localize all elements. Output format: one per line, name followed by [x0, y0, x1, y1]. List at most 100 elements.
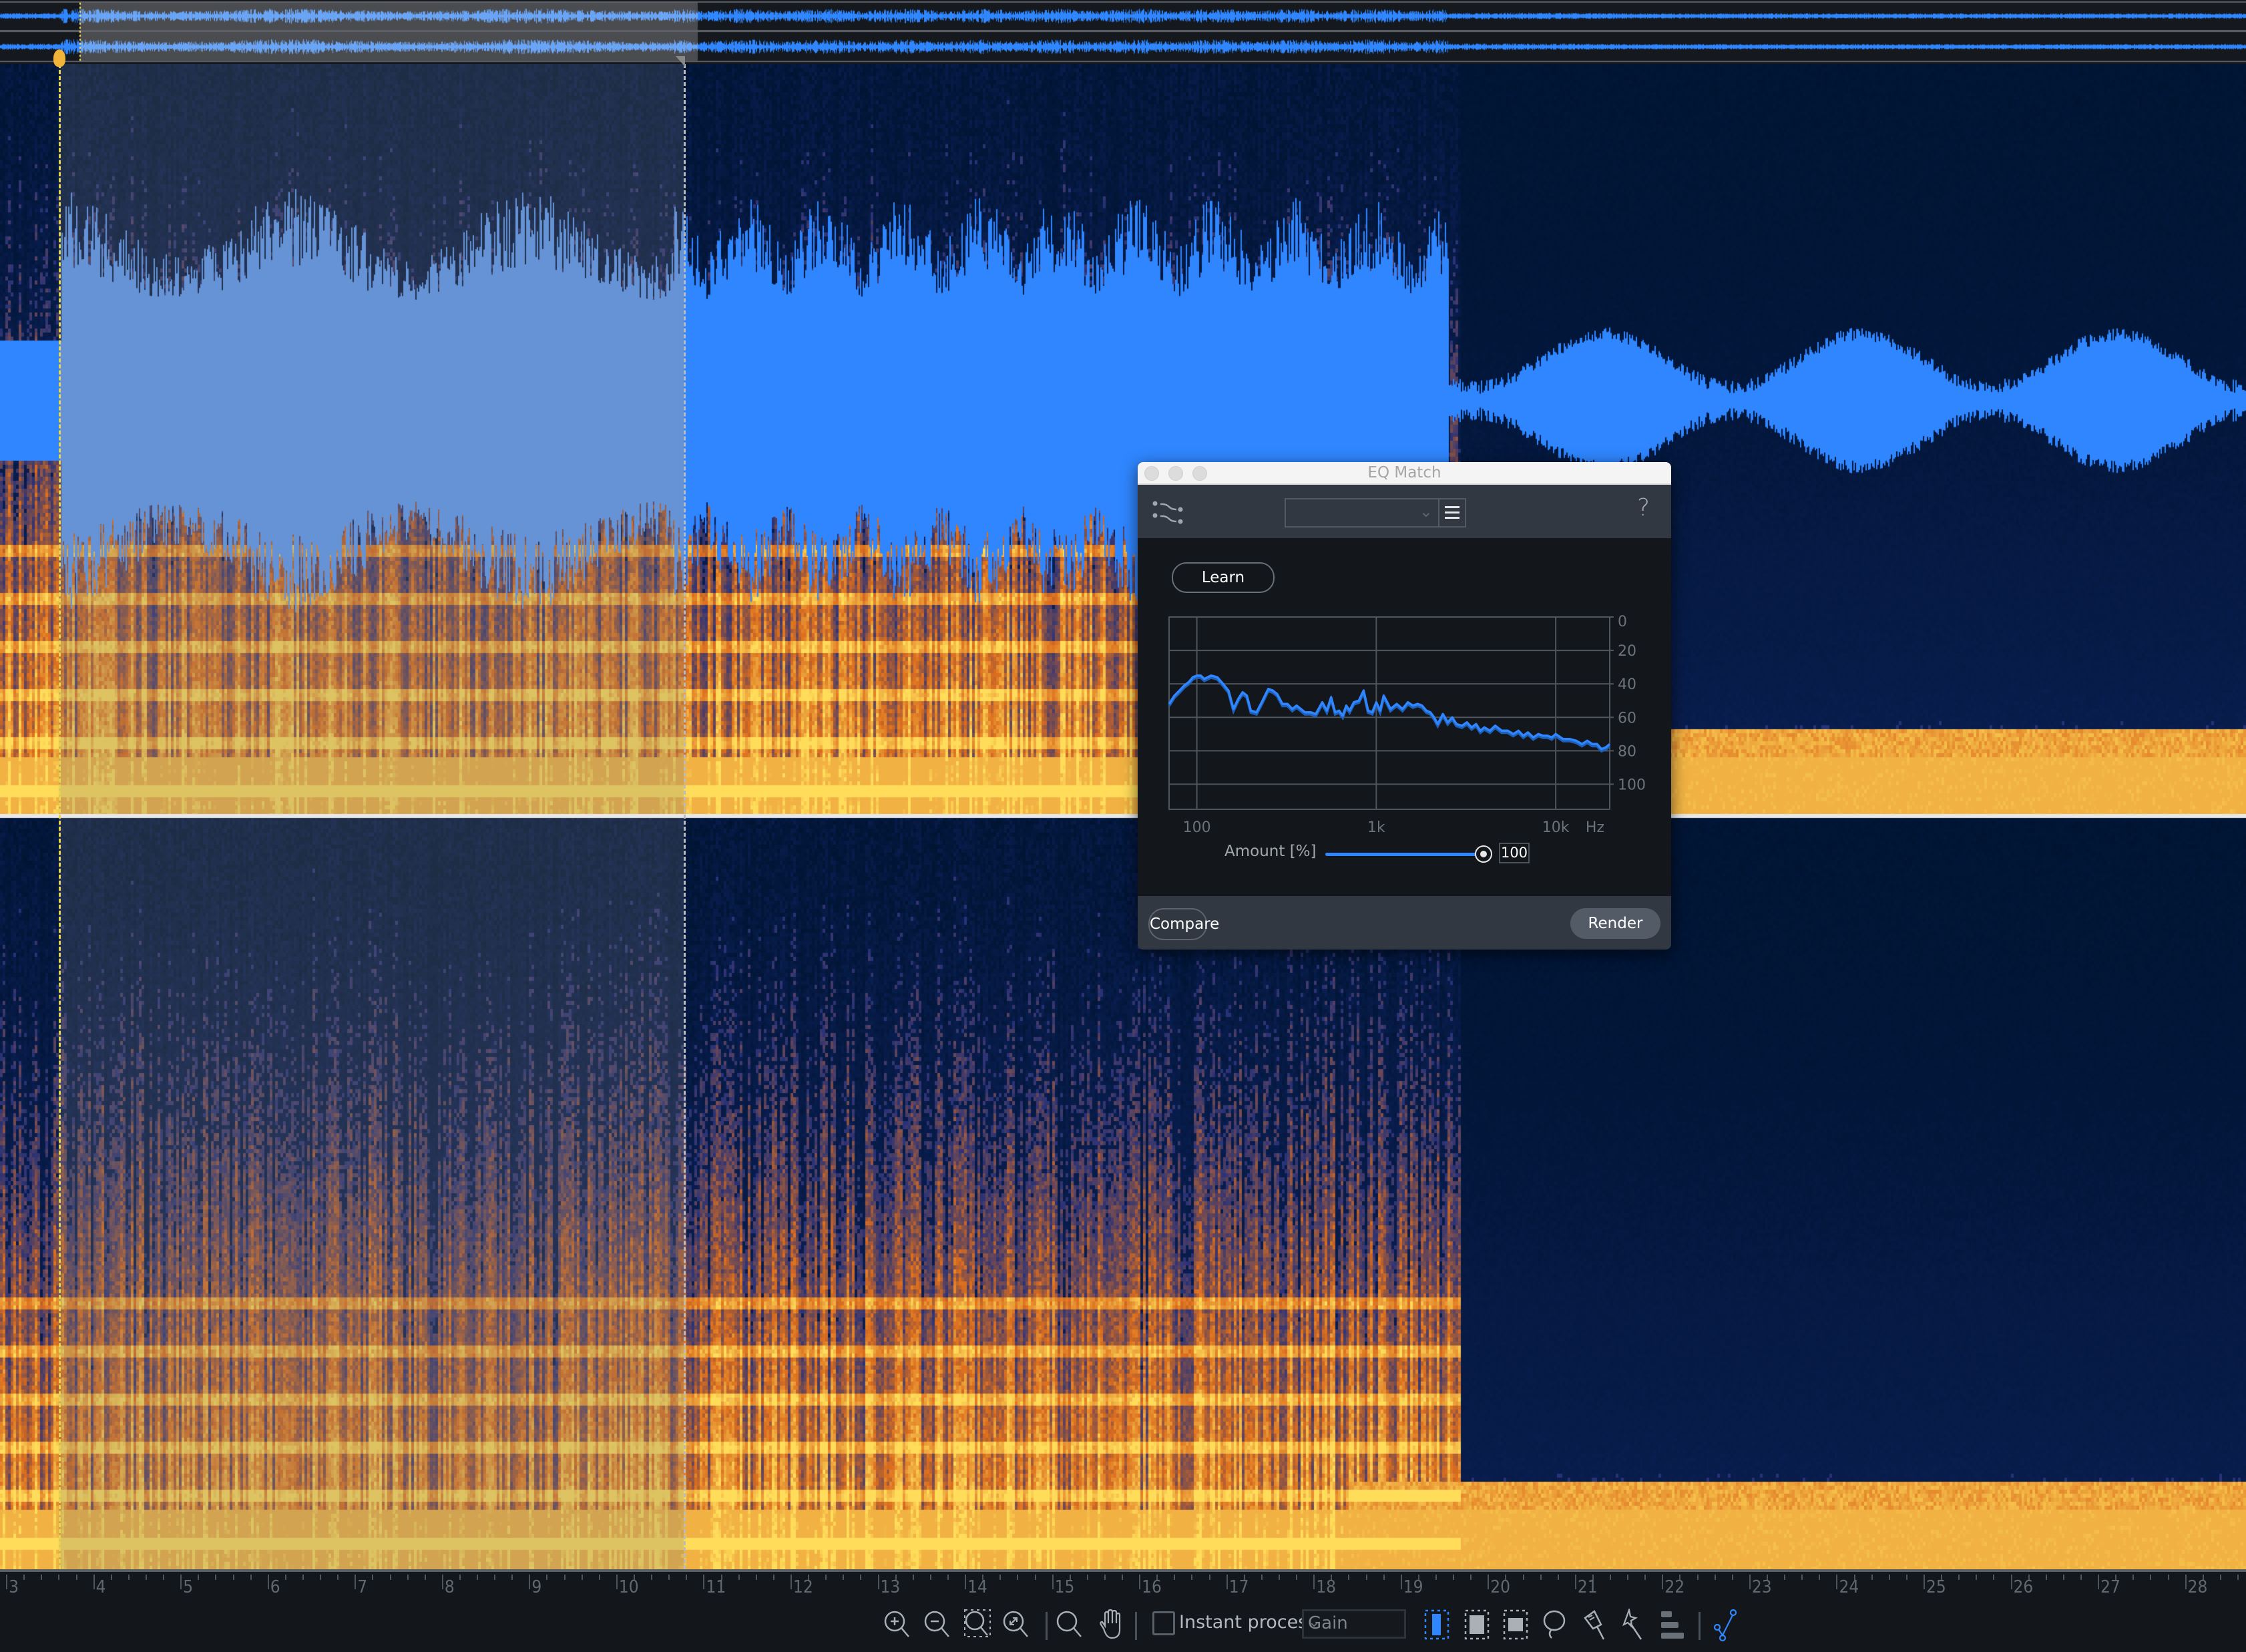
amount-slider-handle[interactable] — [1475, 845, 1492, 863]
ruler-label: 12 — [793, 1577, 813, 1597]
ruler-minor-tick — [1958, 1575, 1960, 1580]
ruler-minor-tick — [1261, 1575, 1263, 1580]
ruler-label: 19 — [1403, 1577, 1423, 1597]
lasso-tool[interactable] — [1540, 1605, 1569, 1645]
ruler-minor-tick — [250, 1575, 252, 1580]
ruler-minor-tick — [2132, 1575, 2135, 1580]
ruler-minor-tick — [372, 1575, 374, 1580]
selection-start-line[interactable] — [59, 64, 61, 1569]
zoom-selection-button[interactable] — [963, 1605, 992, 1645]
brush-tool[interactable] — [1580, 1605, 1609, 1645]
help-icon[interactable]: ? — [1637, 494, 1650, 522]
ruler-minor-tick — [668, 1575, 670, 1580]
ruler-major-tick — [6, 1575, 8, 1589]
ruler-minor-tick — [1731, 1575, 1733, 1580]
hand-tool-button[interactable] — [1095, 1605, 1124, 1645]
chevron-down-icon: ⌄ — [1308, 1614, 1321, 1631]
ruler-minor-tick — [1296, 1575, 1298, 1580]
time-frequency-selection-icon — [1503, 1609, 1528, 1640]
time-selection-tool[interactable] — [1422, 1605, 1451, 1645]
ruler-minor-tick — [598, 1575, 600, 1580]
process-mode-select[interactable]: Gain ⌄ — [1302, 1609, 1406, 1639]
ruler-label: 11 — [706, 1577, 726, 1597]
selection-end-line[interactable] — [684, 64, 686, 1569]
ruler-minor-tick — [1679, 1575, 1681, 1580]
ruler-minor-tick — [2150, 1575, 2152, 1580]
zoom-selection-icon — [964, 1609, 991, 1637]
hamburger-line — [1445, 517, 1459, 519]
ruler-minor-tick — [1871, 1575, 1873, 1580]
ruler-minor-tick — [860, 1575, 862, 1580]
ruler-minor-tick — [459, 1575, 461, 1580]
x-unit-label: Hz — [1586, 819, 1604, 836]
ruler-minor-tick — [1243, 1575, 1245, 1580]
ruler-minor-tick — [1784, 1575, 1786, 1580]
ruler-minor-tick — [75, 1575, 77, 1580]
time-ruler[interactable]: 3 4 5 6 7 8 9 10 11 12 13 14 15 16 17 18 19 20 21 22 23 24 25 2… — [0, 1569, 2246, 1601]
frequency-selection-tool[interactable] — [1462, 1605, 1492, 1645]
ruler-minor-tick — [1191, 1575, 1193, 1580]
ruler-minor-tick — [808, 1575, 810, 1580]
toolbar-separator — [1046, 1612, 1048, 1640]
ruler-minor-tick — [110, 1575, 112, 1580]
ruler-major-tick — [355, 1575, 357, 1589]
compare-button[interactable]: Compare — [1148, 908, 1219, 940]
amount-value-field[interactable]: 100 — [1499, 843, 1530, 863]
zoom-out-icon — [924, 1611, 949, 1637]
waveform-overview[interactable] — [0, 0, 2246, 64]
ruler-minor-tick — [1993, 1575, 1995, 1580]
ruler-minor-tick — [2219, 1575, 2221, 1580]
playhead-marker[interactable] — [53, 49, 65, 67]
plot-border — [1168, 616, 1610, 810]
overview-waveform[interactable] — [0, 0, 2246, 64]
ruler-minor-tick — [1941, 1575, 1943, 1580]
ruler-minor-tick — [1174, 1575, 1176, 1580]
preset-dropdown[interactable]: ⌄ — [1285, 498, 1439, 528]
ruler-major-tick — [2010, 1575, 2012, 1589]
ruler-minor-tick — [1383, 1575, 1385, 1580]
ruler-minor-tick — [720, 1575, 722, 1580]
spectrogram-view[interactable] — [0, 64, 2246, 1569]
dialog-footer: Compare Render — [1138, 896, 1671, 950]
harmonic-selection-tool[interactable] — [1657, 1605, 1687, 1645]
ruler-major-tick — [1313, 1575, 1315, 1589]
ruler-minor-tick — [146, 1575, 147, 1580]
ruler-minor-tick — [1331, 1575, 1333, 1580]
preset-menu-button[interactable] — [1438, 498, 1466, 528]
learn-button[interactable]: Learn — [1172, 562, 1275, 593]
amount-label: Amount [%] — [1224, 843, 1317, 860]
y-tick-label: 20 — [1618, 643, 1636, 660]
hand-tool-icon — [1100, 1609, 1121, 1639]
ruler-minor-tick — [424, 1575, 426, 1580]
graph-grid — [1168, 616, 1614, 810]
ruler-major-tick — [180, 1575, 182, 1589]
waveform-spectrogram-toggle[interactable] — [1711, 1605, 1740, 1645]
harmonic-selection-icon — [1661, 1611, 1684, 1639]
ruler-minor-tick — [1905, 1575, 1907, 1580]
ruler-minor-tick — [1853, 1575, 1855, 1580]
ruler-label: 23 — [1751, 1577, 1772, 1597]
ruler-minor-tick — [1976, 1575, 1978, 1580]
ruler-minor-tick — [23, 1575, 25, 1580]
x-tick-label: 100 — [1183, 819, 1211, 836]
selection-end-marker[interactable] — [676, 56, 685, 67]
spectrogram-canvas[interactable] — [0, 64, 2246, 1569]
amount-slider-track[interactable] — [1325, 853, 1479, 856]
zoom-fit-icon — [1003, 1611, 1028, 1637]
magic-wand-tool[interactable] — [1618, 1605, 1648, 1645]
zoom-tool-button[interactable] — [1055, 1605, 1084, 1645]
ruler-label: 6 — [270, 1577, 280, 1597]
eq-spectrum-graph: 0 20 40 60 80 100 100 1k 10k Hz — [1168, 614, 1646, 836]
ruler-minor-tick — [982, 1575, 984, 1580]
zoom-out-button[interactable] — [923, 1605, 952, 1645]
render-button[interactable]: Render — [1570, 908, 1660, 939]
zoom-in-icon — [884, 1611, 909, 1637]
ruler-label: 5 — [183, 1577, 194, 1597]
instant-process-checkbox[interactable] — [1152, 1611, 1175, 1635]
ruler-minor-tick — [1610, 1575, 1612, 1580]
time-frequency-selection-tool[interactable] — [1501, 1605, 1530, 1645]
zoom-fit-button[interactable] — [1001, 1605, 1031, 1645]
dialog-title-bar[interactable]: EQ Match — [1138, 462, 1671, 485]
ruler-minor-tick — [546, 1575, 548, 1580]
zoom-in-button[interactable] — [883, 1605, 912, 1645]
